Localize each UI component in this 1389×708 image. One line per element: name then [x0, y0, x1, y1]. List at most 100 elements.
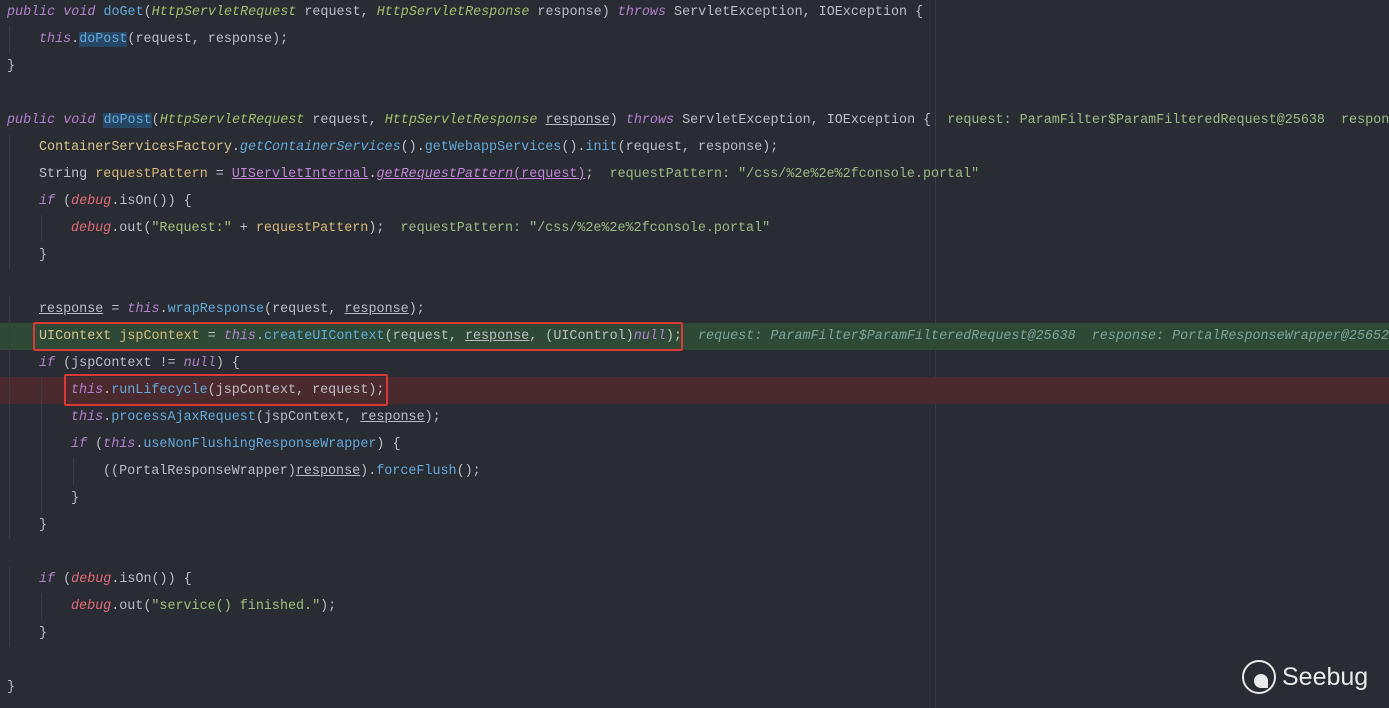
code-token: HttpServletRequest	[159, 113, 305, 128]
code-text: response = this.wrapResponse(request, re…	[39, 296, 425, 323]
code-token: );	[320, 599, 337, 614]
indent-guide	[9, 350, 10, 377]
code-text: if (debug.isOn()) {	[39, 566, 192, 593]
code-token: String	[39, 167, 96, 182]
indent-guide	[9, 242, 10, 269]
code-token: forceFlush	[376, 464, 457, 479]
code-token: .out(	[111, 599, 152, 614]
code-line[interactable]	[0, 539, 1389, 566]
code-line[interactable]	[0, 647, 1389, 674]
indent-guide	[41, 593, 42, 620]
code-token: useNonFlushingResponseWrapper	[143, 437, 377, 452]
indent-guide	[9, 593, 10, 620]
code-token: this	[127, 302, 160, 317]
code-line[interactable]: if (this.useNonFlushingResponseWrapper) …	[0, 431, 1389, 458]
code-token: throws	[617, 5, 666, 20]
code-token: processAjaxRequest	[111, 410, 256, 425]
code-token: (jspContext,	[255, 410, 361, 425]
indent-guide	[9, 26, 10, 53]
code-line[interactable]: }	[0, 620, 1389, 647]
code-line[interactable]: public void doPost(HttpServletRequest re…	[0, 107, 1389, 134]
code-token: .isOn()) {	[111, 572, 192, 587]
code-token: getContainerServices	[239, 140, 401, 155]
code-token: response)	[529, 5, 618, 20]
code-token: UIServletInternal	[231, 167, 369, 182]
code-token: wrapResponse	[167, 302, 265, 317]
code-token: (	[143, 5, 152, 20]
code-token: ().	[400, 140, 425, 155]
code-line[interactable]: debug.out("Request:" + requestPattern); …	[0, 215, 1389, 242]
code-line[interactable]: this.processAjaxRequest(jspContext, resp…	[0, 404, 1389, 431]
code-token: );	[408, 302, 425, 317]
code-line[interactable]: debug.out("service() finished.");	[0, 593, 1389, 620]
code-line[interactable]: if (jspContext != null) {	[0, 350, 1389, 377]
code-text: }	[39, 620, 47, 647]
code-token: );	[368, 221, 401, 236]
code-line[interactable]: }	[0, 485, 1389, 512]
code-token: response	[344, 302, 409, 317]
code-line[interactable]: if (debug.isOn()) {	[0, 188, 1389, 215]
indent-guide	[9, 188, 10, 215]
code-text: if (this.useNonFlushingResponseWrapper) …	[71, 431, 401, 458]
code-token: HttpServletResponse	[376, 5, 530, 20]
code-token: response	[39, 302, 104, 317]
code-token: this	[39, 32, 72, 47]
code-line[interactable]	[0, 80, 1389, 107]
inline-debug-value: request: ParamFilter$ParamFilteredReques…	[698, 329, 1389, 344]
code-text: }	[7, 674, 15, 701]
code-token: null	[183, 356, 216, 371]
code-token: (request, response);	[127, 32, 289, 47]
code-token: }	[71, 491, 80, 506]
code-text: public void doPost(HttpServletRequest re…	[7, 107, 1389, 134]
code-token: HttpServletRequest	[151, 5, 297, 20]
code-line[interactable]: }	[0, 674, 1389, 701]
code-token: (jspContext !=	[55, 356, 184, 371]
code-token: response	[295, 464, 361, 479]
code-line[interactable]: ContainerServicesFactory.getContainerSer…	[0, 134, 1389, 161]
code-text: }	[39, 242, 47, 269]
code-token: doPost	[103, 113, 152, 128]
code-line[interactable]: }	[0, 242, 1389, 269]
code-token: request,	[304, 113, 385, 128]
code-token: .	[103, 410, 112, 425]
indent-guide	[41, 431, 42, 458]
code-token: debug	[71, 599, 112, 614]
code-text: ((PortalResponseWrapper)response).forceF…	[103, 458, 481, 485]
seebug-logo-icon	[1242, 660, 1276, 694]
seebug-watermark: Seebug	[1242, 660, 1368, 694]
indent-guide	[9, 377, 10, 404]
code-line[interactable]: this.doPost(request, response);	[0, 26, 1389, 53]
code-token: getWebappServices	[424, 140, 562, 155]
code-line[interactable]: ((PortalResponseWrapper)response).forceF…	[0, 458, 1389, 485]
code-token: init	[585, 140, 618, 155]
highlight-box-run-lifecycle	[64, 374, 388, 406]
code-line[interactable]: public void doGet(HttpServletRequest req…	[0, 0, 1389, 26]
code-text: }	[39, 512, 47, 539]
code-line[interactable]: if (debug.isOn()) {	[0, 566, 1389, 593]
code-token: }	[7, 680, 16, 695]
code-line[interactable]: }	[0, 512, 1389, 539]
code-token: response	[545, 113, 610, 128]
code-line[interactable]	[0, 269, 1389, 296]
code-token: }	[7, 59, 16, 74]
code-token: debug	[71, 194, 112, 209]
code-line[interactable]: }	[0, 53, 1389, 80]
code-token: if	[39, 356, 56, 371]
code-token: );	[424, 410, 441, 425]
indent-guide	[9, 485, 10, 512]
code-token: doGet	[103, 5, 144, 20]
code-token: }	[39, 626, 48, 641]
code-token: .	[231, 140, 240, 155]
code-token: (	[87, 437, 104, 452]
code-token: ();	[456, 464, 481, 479]
indent-guide	[9, 296, 10, 323]
code-line[interactable]: String requestPattern = UIServletInterna…	[0, 161, 1389, 188]
indent-guide	[9, 431, 10, 458]
indent-guide	[73, 458, 74, 485]
code-line[interactable]: response = this.wrapResponse(request, re…	[0, 296, 1389, 323]
code-token: +	[231, 221, 256, 236]
inline-debug-value: requestPattern: "/css/%2e%2e%2fconsole.p…	[400, 221, 771, 236]
code-token: =	[207, 167, 232, 182]
code-text: public void doGet(HttpServletRequest req…	[7, 0, 923, 26]
code-token: (	[55, 194, 72, 209]
